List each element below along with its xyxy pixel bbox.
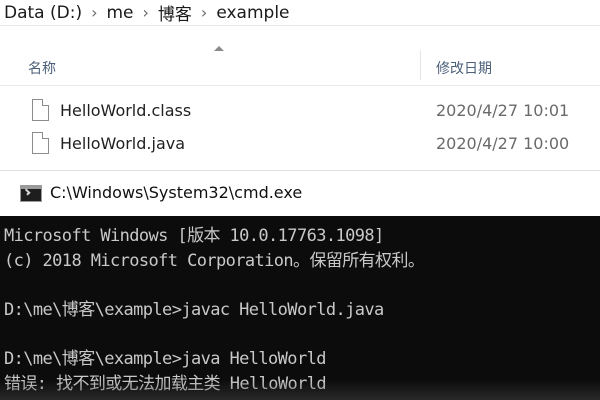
column-divider[interactable] (420, 50, 421, 80)
column-header-date-modified[interactable]: 修改日期 (436, 58, 492, 78)
breadcrumb-me[interactable]: me (106, 3, 133, 23)
cmd-window-title: C:\Windows\System32\cmd.exe (50, 183, 303, 202)
breadcrumb-drive[interactable]: Data (D:) (4, 3, 82, 23)
file-icon (32, 132, 49, 154)
breadcrumb-blog[interactable]: 博客 (158, 0, 192, 25)
file-modified-date: 2020/4/27 10:01 (436, 101, 570, 120)
breadcrumb-chevron-icon[interactable]: › (201, 3, 207, 22)
file-explorer: Data (D:) › me › 博客 › example 名称 修改日期 He… (0, 0, 600, 170)
breadcrumb-chevron-icon[interactable]: › (143, 3, 149, 22)
file-name[interactable]: HelloWorld.class (60, 101, 191, 120)
address-bar[interactable]: Data (D:) › me › 博客 › example (0, 0, 600, 26)
file-icon (32, 99, 49, 121)
console-line-copyright: (c) 2018 Microsoft Corporation。保留所有权利。 (4, 251, 425, 271)
cmd-icon[interactable] (20, 185, 42, 202)
file-row[interactable]: HelloWorld.java 2020/4/27 10:00 (0, 131, 600, 161)
sort-up-icon (214, 46, 224, 51)
console-line-javac-command: D:\me\博客\example>javac HelloWorld.java (4, 300, 384, 320)
column-header-name[interactable]: 名称 (28, 58, 56, 78)
breadcrumb-chevron-icon[interactable]: › (91, 3, 97, 22)
console-line-version: Microsoft Windows [版本 10.0.17763.1098] (4, 226, 384, 246)
console-line-java-command: D:\me\博客\example>java HelloWorld (4, 349, 326, 369)
cmd-title-bar[interactable]: C:\Windows\System32\cmd.exe (0, 170, 600, 216)
column-header-row: 名称 修改日期 (0, 42, 600, 86)
cmd-window[interactable]: C:\Windows\System32\cmd.exe Microsoft Wi… (0, 170, 600, 400)
cmd-console-output[interactable]: Microsoft Windows [版本 10.0.17763.1098] (… (0, 216, 600, 400)
file-modified-date: 2020/4/27 10:00 (436, 134, 570, 153)
file-name[interactable]: HelloWorld.java (60, 134, 185, 153)
file-row[interactable]: HelloWorld.class 2020/4/27 10:01 (0, 98, 600, 128)
breadcrumb-example[interactable]: example (216, 3, 289, 23)
prompt-chevron-icon (23, 188, 31, 196)
console-line-error: 错误: 找不到或无法加载主类 HelloWorld (4, 374, 327, 394)
